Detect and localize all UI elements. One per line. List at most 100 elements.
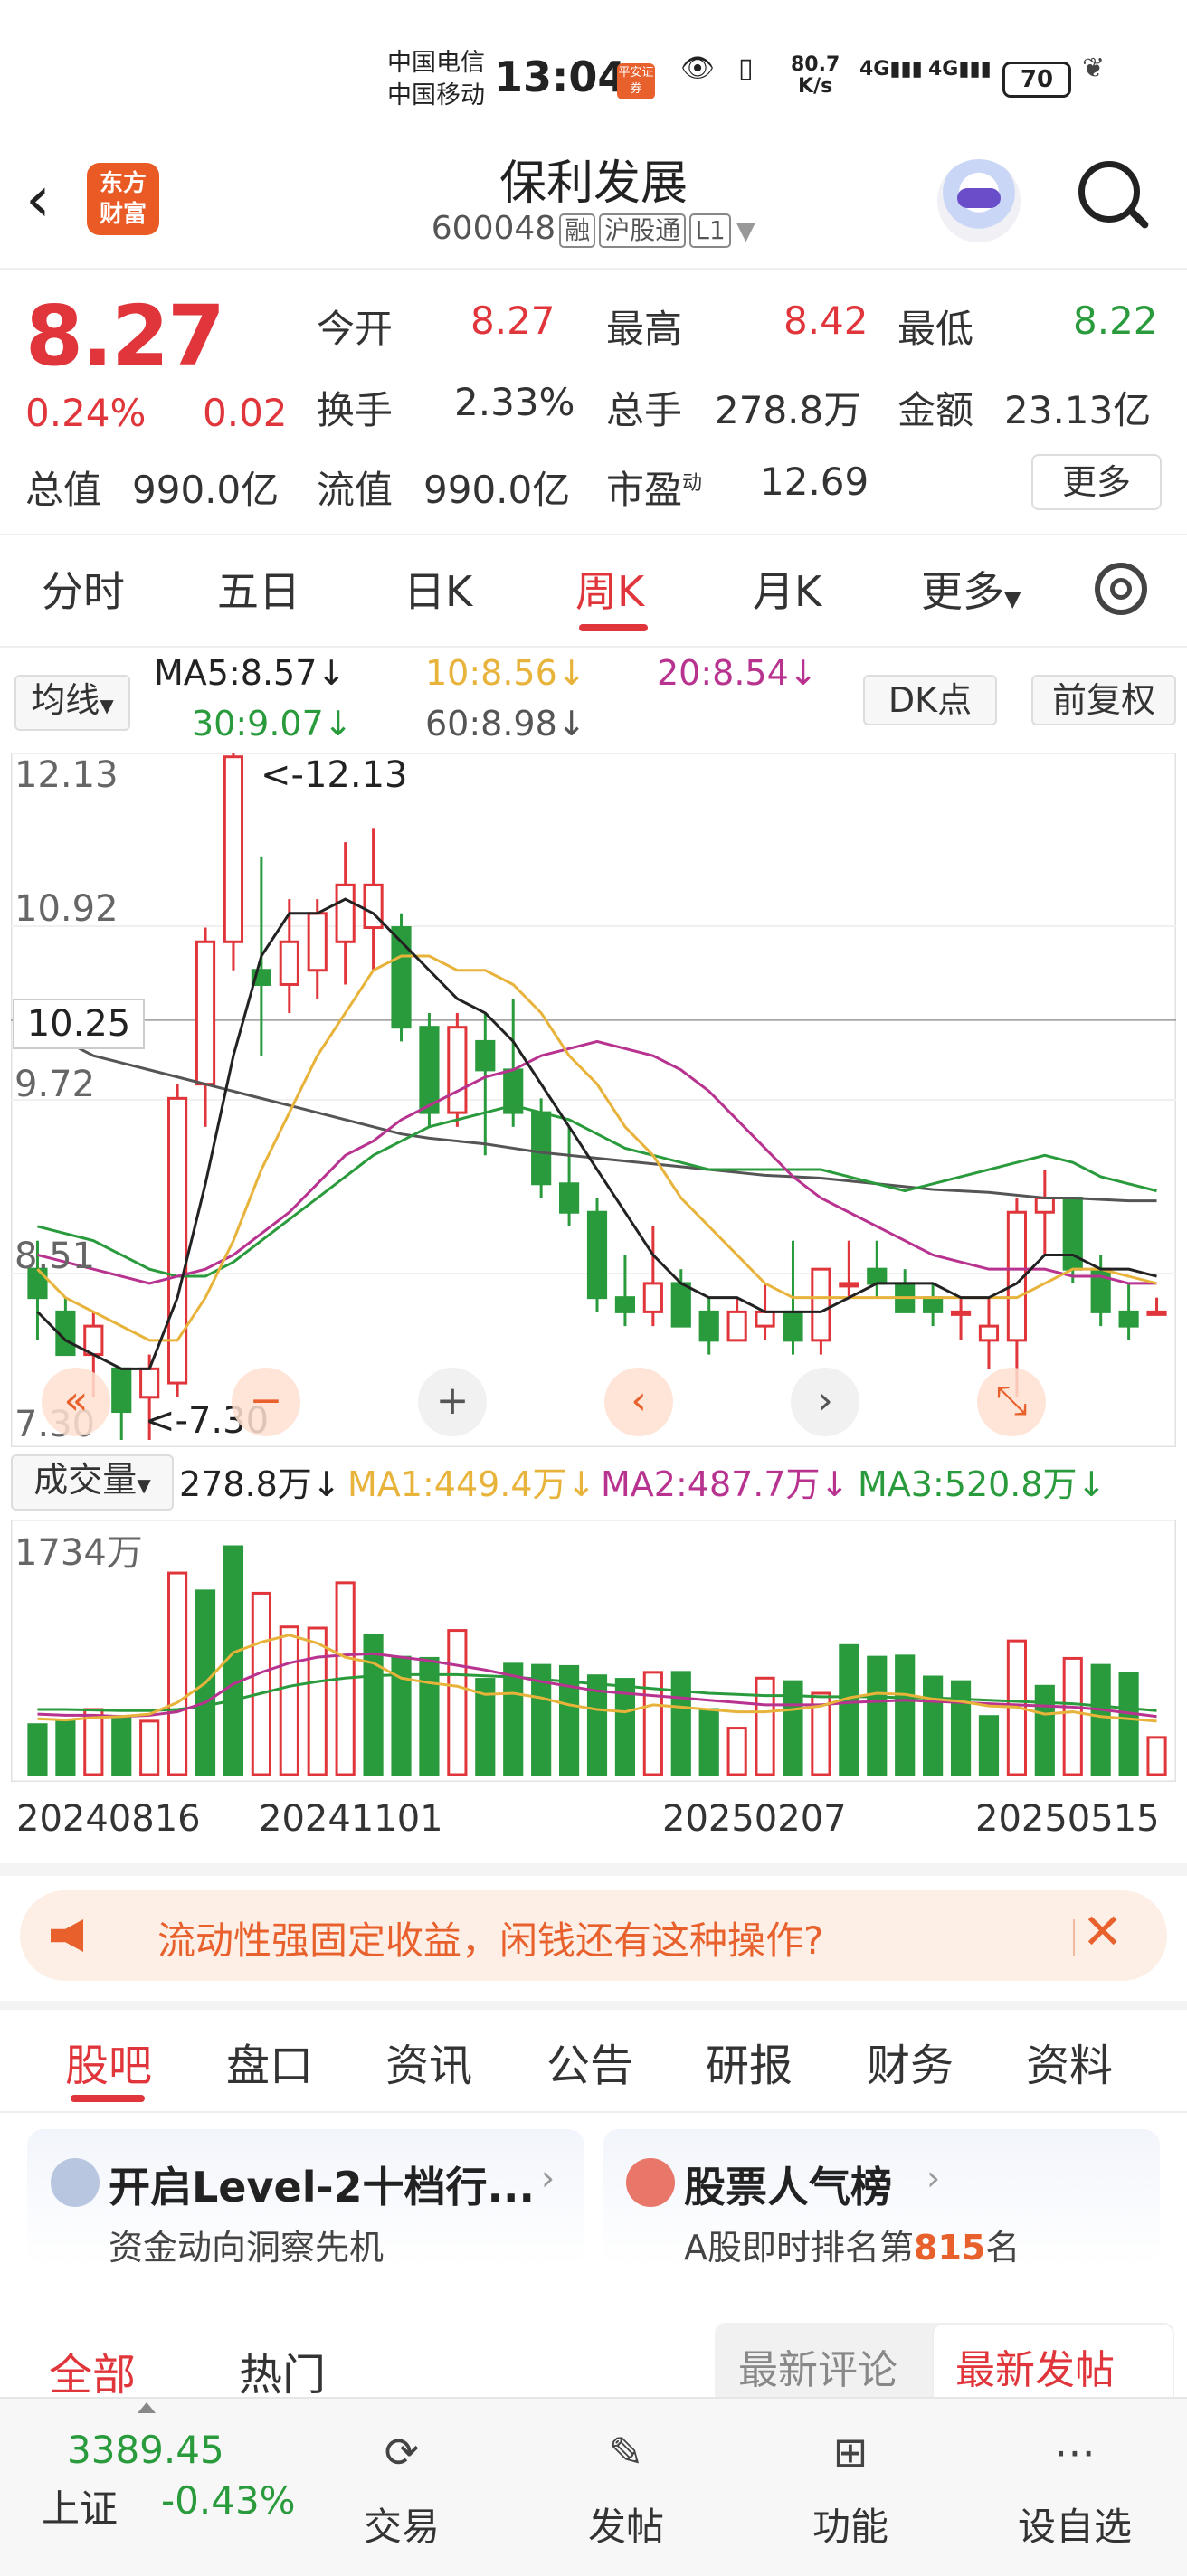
- candle-body: [698, 1310, 719, 1342]
- section-gap: [0, 1863, 1187, 1876]
- nav-functions[interactable]: ⊞ 功能: [778, 2406, 923, 2560]
- tab-five-day[interactable]: 五日: [217, 559, 300, 619]
- tab-finance[interactable]: 财务: [867, 2030, 954, 2093]
- tab-research[interactable]: 研报: [706, 2030, 793, 2093]
- candle-body: [950, 1310, 972, 1316]
- scroll-start-icon[interactable]: «: [42, 1368, 110, 1436]
- tag-level: L1: [689, 213, 731, 248]
- pe-sup: 动: [682, 472, 703, 495]
- y-tick-label: 8.51: [14, 1236, 96, 1277]
- tab-more-label: 更多: [921, 567, 1004, 616]
- nav-trade-label: 交易: [363, 2505, 440, 2549]
- net-type-1: 4G: [859, 58, 890, 80]
- carrier-2: 中国移动: [387, 81, 485, 109]
- float-label: 流值: [317, 468, 394, 512]
- adjust-button[interactable]: 前复权: [1031, 675, 1176, 725]
- nav-watchlist[interactable]: ⋯ 设自选: [1002, 2406, 1147, 2560]
- date-label: 20241101: [259, 1798, 443, 1840]
- expand-up-icon[interactable]: [138, 2402, 156, 2413]
- rank-prefix: A股即时排名第: [684, 2228, 914, 2268]
- y-tick-label: 9.72: [14, 1064, 96, 1105]
- status-bar: 中国电信 中国移动 13:04 平安证券 👁 ▯ 80.7 K/s 4G▮▮▮ …: [0, 0, 1187, 154]
- scroll-right-icon[interactable]: ›: [791, 1368, 859, 1436]
- scroll-left-icon[interactable]: ‹: [604, 1368, 673, 1436]
- tab-daily[interactable]: 日K: [404, 559, 472, 619]
- fullscreen-icon[interactable]: ⤡: [977, 1368, 1046, 1436]
- index-name[interactable]: 上证: [42, 2478, 118, 2533]
- nav-trade[interactable]: ⟳ 交易: [329, 2406, 474, 2560]
- candlestick-chart[interactable]: [11, 753, 1176, 1447]
- volume-selector[interactable]: 成交量▼: [11, 1454, 174, 1511]
- tab-weekly[interactable]: 周K: [575, 559, 644, 619]
- divider: [0, 2111, 1187, 2113]
- tag-margin: 融: [559, 213, 596, 248]
- ad-text[interactable]: 流动性强固定收益，闲钱还有这种操作?: [157, 1910, 823, 1965]
- index-change[interactable]: -0.43%: [161, 2478, 296, 2523]
- divider: [0, 646, 1187, 648]
- volume-bar: [923, 1675, 944, 1776]
- tab-monthly[interactable]: 月K: [753, 559, 821, 619]
- rank-number: 815: [914, 2228, 986, 2268]
- nav-post[interactable]: ✎ 发帖: [554, 2406, 698, 2560]
- candle-body: [783, 1310, 803, 1342]
- candle-body: [447, 1026, 468, 1114]
- tab-all[interactable]: 全部: [49, 2339, 136, 2402]
- candle-body: [1034, 1197, 1055, 1214]
- net-type-2: 4G: [928, 58, 959, 80]
- nav-watchlist-label: 设自选: [1017, 2505, 1132, 2549]
- tab-more[interactable]: 更多▼: [921, 559, 1021, 619]
- candle-body: [1146, 1310, 1167, 1316]
- ma5-value: MA5:8.57↓: [154, 653, 347, 693]
- popularity-title: 股票人气榜: [684, 2163, 892, 2211]
- chart-bar-icon: [626, 2158, 675, 2207]
- vibrate-icon: ▯: [738, 52, 754, 84]
- edit-icon: ✎: [608, 2428, 644, 2477]
- close-icon[interactable]: ✕: [1082, 1903, 1123, 1960]
- index-value[interactable]: 3389.45: [67, 2428, 224, 2472]
- candle-body: [726, 1310, 747, 1342]
- grid-icon: ⊞: [832, 2428, 869, 2477]
- zoom-in-icon[interactable]: +: [418, 1368, 487, 1436]
- zoom-out-icon[interactable]: −: [232, 1368, 300, 1436]
- ma10-value: 10:8.56↓: [425, 653, 586, 693]
- tab-intraday[interactable]: 分时: [42, 559, 125, 619]
- nav-functions-label: 功能: [812, 2505, 888, 2549]
- volume-bar: [55, 1719, 76, 1776]
- candle-body: [867, 1267, 888, 1285]
- ma-selector[interactable]: 均线▼: [14, 675, 130, 731]
- pe-value: 12.69: [760, 459, 869, 504]
- app-badge-icon: 平安证券: [617, 63, 655, 99]
- y-tick-label: 10.92: [14, 888, 119, 930]
- tab-announcements[interactable]: 公告: [546, 2030, 633, 2093]
- vol-ma3-value: MA3:520.8万↓: [858, 1464, 1106, 1504]
- tab-orderbook[interactable]: 盘口: [226, 2030, 313, 2093]
- tab-profile[interactable]: 资料: [1026, 2030, 1113, 2093]
- volume-value: 278.8万↓: [179, 1464, 341, 1504]
- candle-body: [531, 1111, 552, 1186]
- dk-point-button[interactable]: DK点: [863, 675, 997, 725]
- active-tab-indicator: [71, 2095, 145, 2102]
- level2-subtitle: 资金动向洞察先机: [109, 2228, 385, 2268]
- tab-news[interactable]: 资讯: [385, 2030, 472, 2093]
- date-label: 20250515: [975, 1798, 1160, 1840]
- chevron-right-icon: ›: [541, 2158, 556, 2198]
- sort-latest-post[interactable]: 最新发帖: [955, 2337, 1115, 2395]
- dropdown-icon: ▼: [1004, 586, 1021, 611]
- tab-hot[interactable]: 热门: [239, 2339, 326, 2402]
- pe-label: 市盈动: [606, 459, 702, 515]
- volume-bar: [1034, 1684, 1055, 1776]
- volume-bar: [139, 1719, 160, 1776]
- candle-body: [223, 755, 244, 943]
- tab-forum[interactable]: 股吧: [65, 2030, 152, 2093]
- ma-selector-label: 均线: [31, 680, 100, 720]
- more-quote-button[interactable]: 更多: [1031, 454, 1162, 510]
- volume-chart[interactable]: [11, 1520, 1176, 1782]
- candle-body: [978, 1324, 1000, 1342]
- candle-body: [811, 1267, 831, 1342]
- battery-icon: 70: [1002, 62, 1071, 98]
- candle-body: [1118, 1310, 1139, 1328]
- candle-body: [670, 1282, 691, 1328]
- network-speed: 80.7 K/s: [791, 54, 840, 98]
- sort-latest-comment[interactable]: 最新评论: [738, 2337, 897, 2395]
- date-label: 20240816: [16, 1798, 201, 1840]
